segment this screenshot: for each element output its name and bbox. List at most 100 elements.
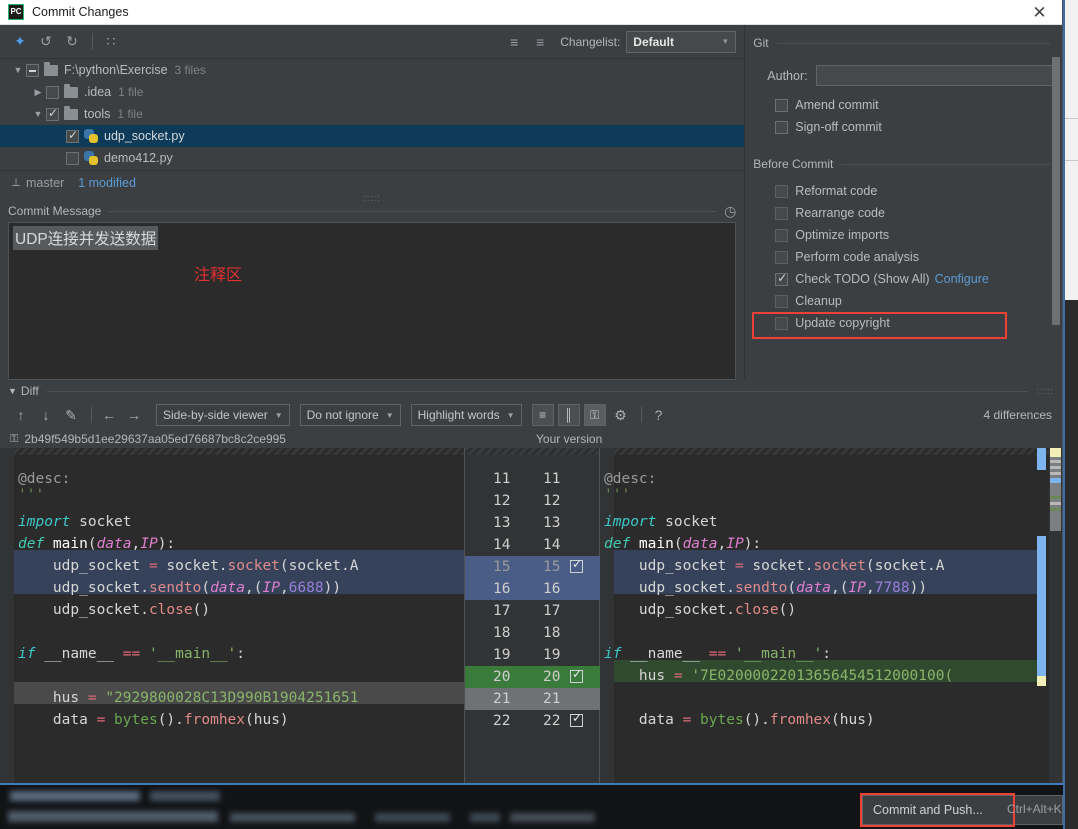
refresh-icon[interactable]: ↻ bbox=[60, 31, 84, 53]
configure-link[interactable]: Configure bbox=[935, 272, 989, 286]
before-commit-checkbox[interactable]: Reformat code bbox=[745, 180, 1062, 202]
tree-item-label: udp_socket.py bbox=[104, 129, 185, 143]
blur-block-1 bbox=[10, 791, 140, 801]
code-line: hus = "2929800028C13D990B1904251651 bbox=[18, 687, 359, 709]
left-line-number: 18 bbox=[493, 625, 511, 641]
diff-change-marker bbox=[1050, 502, 1061, 505]
collapse-all-icon[interactable]: ≡ bbox=[528, 31, 552, 53]
diff-revision-bar: ⚿ 2b49f549b5d1ee29637aa05ed76687bc8c2ce9… bbox=[0, 430, 1062, 448]
accept-change-checkbox[interactable] bbox=[570, 711, 583, 727]
git-panel-scrollbar[interactable] bbox=[1052, 57, 1060, 325]
strip-top-line bbox=[0, 783, 1063, 785]
diff-change-marker bbox=[1050, 460, 1061, 463]
code-token: 6688 bbox=[288, 580, 324, 596]
group-by-icon[interactable]: ∷ bbox=[99, 31, 123, 53]
right-line-number: 19 bbox=[543, 647, 561, 663]
diff-line-number-gutter[interactable]: 11 11 12 12 13 13 14 14 15 15 16 16 17 17 18 18 19 19 20 20… bbox=[465, 448, 600, 784]
code-token: fromhex bbox=[183, 712, 246, 728]
history-clock-icon[interactable]: ◷ bbox=[724, 203, 736, 220]
before-commit-label: Rearrange code bbox=[795, 206, 885, 220]
accept-change-checkbox[interactable] bbox=[570, 557, 583, 573]
ignore-mode-dropdown[interactable]: Do not ignore ▼ bbox=[299, 404, 401, 426]
before-commit-checkbox[interactable]: Rearrange code bbox=[745, 202, 1062, 224]
row-checkbox[interactable] bbox=[66, 151, 79, 165]
row-checkbox[interactable] bbox=[26, 63, 39, 77]
revert-icon[interactable]: ↺ bbox=[34, 31, 58, 53]
accept-change-checkbox[interactable] bbox=[570, 667, 583, 683]
collapse-unchanged-icon[interactable]: ≡ bbox=[531, 404, 554, 426]
author-row: Author: bbox=[745, 65, 1062, 86]
row-checkbox[interactable] bbox=[46, 85, 59, 99]
chevron-down-icon: ▼ bbox=[506, 410, 515, 420]
lock-icon[interactable]: ⚿ bbox=[583, 404, 606, 426]
tree-row[interactable]: demo412.py bbox=[0, 147, 744, 169]
expand-all-icon[interactable]: ≡ bbox=[502, 31, 526, 53]
author-field[interactable] bbox=[815, 65, 1054, 86]
commit-message-header: Commit Message ◷ bbox=[8, 202, 736, 220]
before-commit-checkbox[interactable]: Update copyright bbox=[745, 312, 1062, 334]
accept-left-icon[interactable]: ← bbox=[98, 404, 120, 426]
chevron-down-icon: ▼ bbox=[385, 410, 394, 420]
commit-message-input[interactable]: UDP连接并发送数据 注释区 bbox=[8, 222, 737, 380]
help-icon[interactable]: ? bbox=[648, 404, 670, 426]
changelist-label: Changelist: bbox=[560, 34, 621, 49]
gutter-change-band bbox=[465, 688, 600, 710]
diff-left-pane[interactable]: @desc: ''' import socket def main(data,IP):… bbox=[0, 448, 465, 784]
code-token: IP bbox=[726, 536, 744, 552]
tree-row[interactable]: ▶ .idea 1 file bbox=[0, 81, 744, 103]
next-difference-icon[interactable]: ↓ bbox=[35, 404, 57, 426]
twisty-expanded-icon[interactable]: ▼ bbox=[30, 109, 46, 119]
gear-icon[interactable]: ⚙ bbox=[610, 404, 632, 426]
git-section-header: Git bbox=[745, 35, 1062, 51]
code-line: udp_socket.sendto(data,(IP,6688)) bbox=[18, 577, 341, 599]
code-token: , bbox=[865, 580, 875, 596]
splitter-handle[interactable]: ::::: bbox=[0, 194, 744, 203]
tree-item-label: demo412.py bbox=[104, 151, 173, 165]
tree-row[interactable]: ▼ tools 1 file bbox=[0, 103, 744, 125]
amend-commit-checkbox[interactable]: Amend commit bbox=[745, 94, 1062, 116]
before-commit-checkbox[interactable]: Optimize imports bbox=[745, 224, 1062, 246]
changelist-dropdown[interactable]: Default ▼ bbox=[626, 30, 737, 53]
diff-truncation-marker bbox=[600, 448, 1062, 455]
before-commit-label: Check TODO (Show All) bbox=[795, 272, 930, 286]
right-line-number: 21 bbox=[543, 691, 561, 707]
tree-row[interactable]: ▶Unversioned Files148 files bbox=[0, 169, 744, 170]
sign-off-commit-checkbox[interactable]: Sign-off commit bbox=[745, 116, 1062, 138]
twisty-collapsed-icon[interactable]: ▶ bbox=[30, 87, 46, 98]
columns-icon[interactable]: ║ bbox=[557, 404, 580, 426]
code-token: ( bbox=[673, 536, 683, 552]
diff-section-label: Diff bbox=[20, 384, 39, 398]
diff-right-pane[interactable]: @desc: ''' import socket def main(data,IP):… bbox=[600, 448, 1062, 784]
before-commit-checkbox[interactable]: Check TODO (Show All) Configure bbox=[745, 268, 1062, 290]
row-checkbox[interactable] bbox=[46, 106, 59, 121]
close-icon[interactable]: ✕ bbox=[1017, 0, 1062, 25]
edit-icon[interactable]: ✎ bbox=[60, 404, 82, 426]
branch-name: master bbox=[26, 175, 65, 190]
viewer-mode-dropdown[interactable]: Side-by-side viewer ▼ bbox=[156, 404, 290, 426]
highlight-mode-dropdown[interactable]: Highlight words ▼ bbox=[410, 404, 522, 426]
tree-row[interactable]: ▼ F:\python\Exercise 3 files bbox=[0, 59, 744, 81]
before-commit-checkbox[interactable]: Cleanup bbox=[745, 290, 1062, 312]
before-commit-rule bbox=[841, 163, 1050, 165]
toolbar-separator bbox=[92, 33, 93, 50]
show-diff-icon[interactable]: ✦ bbox=[8, 31, 32, 53]
code-token: "2929800028C13D990B1904251651 bbox=[105, 690, 359, 706]
previous-difference-icon[interactable]: ↑ bbox=[10, 404, 32, 426]
code-line: import socket bbox=[604, 511, 718, 533]
tree-item-label: .idea bbox=[84, 85, 112, 99]
row-checkbox[interactable] bbox=[66, 128, 79, 143]
left-line-number: 21 bbox=[493, 691, 511, 707]
changed-files-tree[interactable]: ▼ F:\python\Exercise 3 files ▶ .idea 1 file ▼ t… bbox=[0, 58, 745, 170]
diff-section-header[interactable]: ▼ Diff ::::: bbox=[0, 382, 1062, 400]
code-token: = bbox=[87, 690, 106, 706]
code-token: __name__ bbox=[630, 646, 709, 662]
git-section-label: Git bbox=[753, 36, 769, 50]
code-token: () bbox=[192, 602, 211, 618]
right-line-number: 22 bbox=[543, 713, 561, 729]
diff-splitter-handle[interactable]: ::::: bbox=[1036, 386, 1054, 396]
tree-row[interactable]: udp_socket.py bbox=[0, 125, 745, 147]
diff-caret-marker bbox=[1037, 676, 1046, 686]
accept-right-icon[interactable]: → bbox=[123, 404, 145, 426]
before-commit-checkbox[interactable]: Perform code analysis bbox=[745, 246, 1062, 268]
twisty-expanded-icon[interactable]: ▼ bbox=[10, 65, 26, 75]
